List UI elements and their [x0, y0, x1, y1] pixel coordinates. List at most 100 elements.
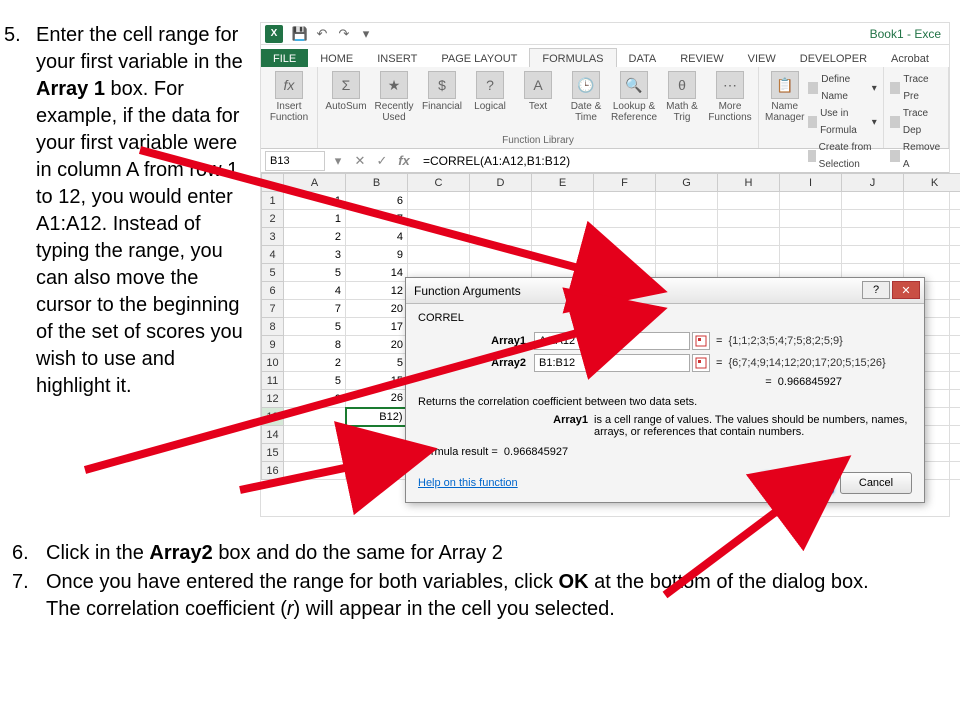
select-all-cell[interactable] — [262, 174, 284, 192]
tab-file[interactable]: FILE — [261, 49, 308, 67]
column-header[interactable]: F — [594, 174, 656, 192]
row-header[interactable]: 10 — [262, 354, 284, 372]
cell[interactable] — [346, 444, 408, 462]
cell[interactable]: 12 — [346, 282, 408, 300]
cell[interactable]: 8 — [284, 336, 346, 354]
row-header[interactable]: 2 — [262, 210, 284, 228]
fx-icon[interactable]: fx — [395, 152, 413, 170]
cell[interactable]: 26 — [346, 390, 408, 408]
tab-review[interactable]: REVIEW — [668, 49, 735, 67]
help-link[interactable]: Help on this function — [418, 477, 518, 489]
cell[interactable]: 9 — [284, 390, 346, 408]
cell[interactable] — [594, 228, 656, 246]
cell[interactable] — [656, 192, 718, 210]
cell[interactable] — [346, 462, 408, 480]
tab-view[interactable]: VIEW — [736, 49, 788, 67]
row-header[interactable]: 9 — [262, 336, 284, 354]
cell[interactable] — [780, 192, 842, 210]
redo-icon[interactable]: ↷ — [336, 26, 352, 42]
row-header[interactable]: 6 — [262, 282, 284, 300]
cell[interactable]: 14 — [346, 264, 408, 282]
cell[interactable] — [842, 192, 904, 210]
cell[interactable] — [780, 210, 842, 228]
tab-formulas[interactable]: FORMULAS — [529, 48, 616, 67]
trace-precedents-button[interactable]: Trace Pre — [890, 71, 942, 105]
column-header[interactable]: E — [532, 174, 594, 192]
column-header[interactable]: G — [656, 174, 718, 192]
row-header[interactable]: 1 — [262, 192, 284, 210]
cell[interactable] — [284, 408, 346, 426]
mathtrig-button[interactable]: θMath & Trig — [660, 71, 704, 123]
column-header[interactable]: C — [408, 174, 470, 192]
cell[interactable] — [532, 192, 594, 210]
cell[interactable] — [656, 246, 718, 264]
cell[interactable] — [842, 210, 904, 228]
name-manager-button[interactable]: 📋Name Manager — [765, 71, 804, 123]
lookup-button[interactable]: 🔍Lookup & Reference — [612, 71, 656, 123]
cell[interactable]: B12) — [346, 408, 408, 426]
formula-input[interactable]: =CORREL(A1:A12,B1:B12) — [417, 154, 945, 168]
cell[interactable]: 2 — [284, 354, 346, 372]
column-header[interactable]: J — [842, 174, 904, 192]
tab-data[interactable]: DATA — [617, 49, 669, 67]
row-header[interactable]: 15 — [262, 444, 284, 462]
cell[interactable] — [408, 192, 470, 210]
cell[interactable]: 1 — [284, 192, 346, 210]
row-header[interactable]: 8 — [262, 318, 284, 336]
cell[interactable] — [532, 246, 594, 264]
cell[interactable] — [532, 210, 594, 228]
cell[interactable] — [718, 210, 780, 228]
cell[interactable] — [904, 210, 960, 228]
cell[interactable] — [470, 210, 532, 228]
row-header[interactable]: 13 — [262, 408, 284, 426]
cell[interactable] — [470, 192, 532, 210]
tab-insert[interactable]: INSERT — [365, 49, 429, 67]
array2-range-selector-icon[interactable] — [692, 354, 710, 372]
tab-home[interactable]: HOME — [308, 49, 365, 67]
tab-pagelayout[interactable]: PAGE LAYOUT — [429, 49, 529, 67]
cell[interactable]: 1 — [284, 210, 346, 228]
cell[interactable]: 15 — [346, 372, 408, 390]
cell[interactable] — [284, 426, 346, 444]
cell[interactable] — [470, 228, 532, 246]
array1-range-selector-icon[interactable] — [692, 332, 710, 350]
array1-input[interactable] — [534, 332, 690, 350]
cell[interactable]: 6 — [346, 192, 408, 210]
array2-input[interactable] — [534, 354, 690, 372]
cell[interactable] — [718, 246, 780, 264]
cell[interactable] — [532, 228, 594, 246]
use-in-formula-button[interactable]: Use in Formula ▾ — [808, 105, 876, 139]
cell[interactable] — [718, 192, 780, 210]
row-header[interactable]: 16 — [262, 462, 284, 480]
undo-icon[interactable]: ↶ — [314, 26, 330, 42]
cell[interactable]: 17 — [346, 318, 408, 336]
row-header[interactable]: 14 — [262, 426, 284, 444]
name-box[interactable]: B13 — [265, 151, 325, 171]
cell[interactable] — [904, 192, 960, 210]
cell[interactable] — [284, 462, 346, 480]
save-icon[interactable]: 💾 — [292, 26, 308, 42]
ok-button[interactable]: OK — [762, 472, 834, 494]
trace-dependents-button[interactable]: Trace Dep — [890, 105, 942, 139]
column-header[interactable]: I — [780, 174, 842, 192]
cell[interactable]: 9 — [346, 246, 408, 264]
datetime-button[interactable]: 🕒Date & Time — [564, 71, 608, 123]
cell[interactable] — [718, 228, 780, 246]
column-header[interactable]: B — [346, 174, 408, 192]
column-header[interactable]: H — [718, 174, 780, 192]
tab-developer[interactable]: DEVELOPER — [788, 49, 879, 67]
cell[interactable] — [594, 246, 656, 264]
cell[interactable] — [594, 210, 656, 228]
formula-enter-icon[interactable]: ✓ — [373, 152, 391, 170]
cell[interactable]: 2 — [284, 228, 346, 246]
cell[interactable]: 7 — [346, 210, 408, 228]
row-header[interactable]: 7 — [262, 300, 284, 318]
more-functions-button[interactable]: ⋯More Functions — [708, 71, 752, 123]
cell[interactable] — [408, 246, 470, 264]
cell[interactable] — [780, 228, 842, 246]
cell[interactable]: 4 — [284, 282, 346, 300]
column-header[interactable]: D — [470, 174, 532, 192]
dialog-help-icon[interactable]: ? — [862, 281, 890, 299]
dialog-titlebar[interactable]: Function Arguments ? ✕ — [406, 278, 924, 304]
formula-cancel-icon[interactable]: ✕ — [351, 152, 369, 170]
